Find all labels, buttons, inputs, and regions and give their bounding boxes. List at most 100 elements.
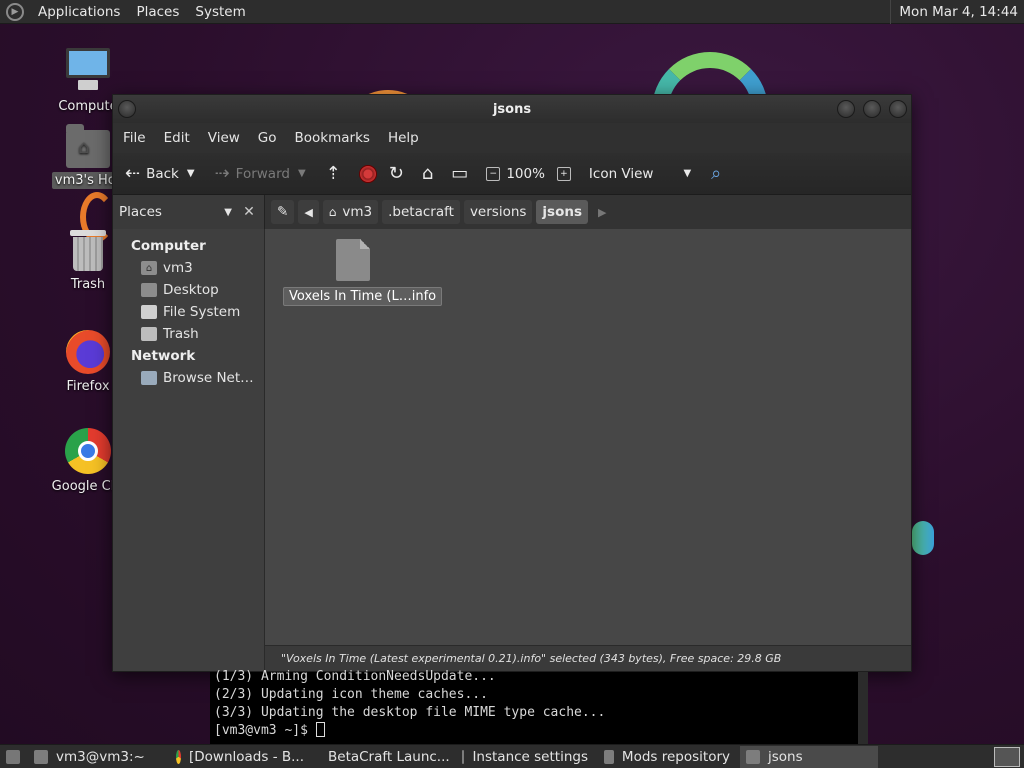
taskbar-item-label: jsons xyxy=(768,748,803,765)
window-body: Computer ⌂ vm3 Desktop File System Trash… xyxy=(113,229,911,671)
terminal-output[interactable]: (1/3) Arming ConditionNeedsUpdate... (2/… xyxy=(210,669,868,744)
view-mode-select[interactable]: Icon View ▼ xyxy=(583,158,697,190)
taskbar-item-terminal[interactable]: vm3@vm3:~ xyxy=(28,746,166,768)
reload-button[interactable]: ↻ xyxy=(383,158,416,190)
trash-icon xyxy=(70,230,106,272)
places-menu[interactable]: Places xyxy=(128,4,187,20)
desktop-icon-label: Firefox xyxy=(66,379,110,394)
forward-button[interactable]: ⇢ Forward ▼ xyxy=(209,158,312,190)
taskbar-item-instance-settings[interactable]: Instance settings xyxy=(456,746,594,768)
zoom-in-icon: + xyxy=(556,166,571,181)
back-label: Back xyxy=(146,165,179,182)
sidepane-selector[interactable]: Places ▼ ✕ xyxy=(113,195,265,229)
sidebar-item-browse-network[interactable]: Browse Net… xyxy=(113,367,264,389)
home-icon: ⌂ xyxy=(328,205,337,219)
forward-label: Forward xyxy=(235,165,290,182)
menu-bookmarks[interactable]: Bookmarks xyxy=(289,130,376,146)
sidebar-header-computer: Computer xyxy=(131,238,206,254)
breadcrumb-vm3[interactable]: ⌂ vm3 xyxy=(322,200,379,224)
trash-icon xyxy=(141,327,157,341)
breadcrumb-label: jsons xyxy=(542,204,583,220)
zoom-in-button[interactable]: + xyxy=(551,158,583,190)
zoom-out-button[interactable]: − 100% xyxy=(480,158,551,190)
desktop-icon-label: Trash xyxy=(70,277,106,292)
system-menu[interactable]: System xyxy=(187,4,253,20)
taskbar-item-betacraft[interactable]: BetaCraft Launc... xyxy=(314,746,452,768)
places-sidebar: Computer ⌂ vm3 Desktop File System Trash… xyxy=(113,229,265,671)
window-title: jsons xyxy=(492,101,532,117)
search-button[interactable]: ⌕ xyxy=(705,158,733,190)
breadcrumb-jsons[interactable]: jsons xyxy=(536,200,589,224)
breadcrumb-versions[interactable]: versions xyxy=(463,200,533,224)
chevron-down-icon: ▼ xyxy=(683,168,692,179)
breadcrumb-label: vm3 xyxy=(342,204,373,220)
file-name: Voxels In Time (L…info xyxy=(283,287,443,306)
sidebar-item-file-system[interactable]: File System xyxy=(113,301,264,323)
workspace-switcher[interactable] xyxy=(994,746,1020,767)
taskbar-item-chrome[interactable]: [Downloads - B... xyxy=(170,746,310,768)
close-button[interactable] xyxy=(889,100,907,118)
show-desktop-icon[interactable] xyxy=(6,749,20,764)
menu-go[interactable]: Go xyxy=(252,130,283,146)
terminal-line: (1/3) Arming ConditionNeedsUpdate... xyxy=(214,669,496,684)
computer-button[interactable]: ▭ xyxy=(445,158,480,190)
taskbar-item-label: BetaCraft Launc... xyxy=(328,748,450,765)
taskbar-item-jsons[interactable]: jsons xyxy=(740,745,878,768)
file-view[interactable]: Voxels In Time (L…info xyxy=(265,229,911,671)
minimize-button[interactable] xyxy=(837,100,855,118)
taskbar-item-label: [Downloads - B... xyxy=(189,748,304,765)
forward-history-dropdown-icon[interactable]: ▼ xyxy=(298,168,306,179)
window-menu-button[interactable] xyxy=(118,100,136,118)
forward-arrow-icon: ⇢ xyxy=(214,163,230,184)
breadcrumb-label: .betacraft xyxy=(388,204,454,220)
menu-edit[interactable]: Edit xyxy=(158,130,196,146)
file-manager-window: jsons File Edit View Go Bookmarks Help ⇠… xyxy=(112,94,912,672)
back-arrow-icon: ⇠ xyxy=(125,163,141,184)
file-item[interactable]: Voxels In Time (L…info xyxy=(283,239,443,306)
terminal-line: (2/3) Updating icon theme caches... xyxy=(214,687,488,702)
sidebar-item-trash[interactable]: Trash xyxy=(113,323,264,345)
distro-logo-icon[interactable]: ▶ xyxy=(6,2,24,21)
back-history-dropdown-icon[interactable]: ▼ xyxy=(187,168,195,179)
sidebar-header-network: Network xyxy=(131,348,196,364)
java-icon xyxy=(462,749,465,764)
close-sidepane-icon[interactable]: ✕ xyxy=(240,204,258,220)
clock[interactable]: Mon Mar 4, 14:44 xyxy=(890,0,1024,24)
sidebar-item-vm3[interactable]: ⌂ vm3 xyxy=(113,257,264,279)
up-button[interactable]: ⇡ xyxy=(320,158,353,190)
sidebar-item-label: Desktop xyxy=(163,282,219,298)
sidebar-item-desktop[interactable]: Desktop xyxy=(113,279,264,301)
bottom-panel: vm3@vm3:~ [Downloads - B... BetaCraft La… xyxy=(0,744,1024,768)
home-button[interactable]: ⌂ xyxy=(416,158,445,190)
zoom-level: 100% xyxy=(506,165,545,182)
terminal-line: (3/3) Updating the desktop file MIME typ… xyxy=(214,705,606,720)
chrome-icon xyxy=(65,428,111,474)
network-icon xyxy=(141,371,157,385)
java-icon xyxy=(604,749,614,764)
sidebar-item-label: Browse Net… xyxy=(163,370,254,386)
terminal-scrollbar[interactable] xyxy=(858,672,868,744)
search-icon: ⌕ xyxy=(711,163,722,184)
terminal-icon xyxy=(34,749,48,764)
stop-button[interactable] xyxy=(353,158,383,190)
firefox-icon xyxy=(66,330,110,374)
computer-icon xyxy=(64,46,112,94)
breadcrumb-scroll-left[interactable]: ◀ xyxy=(298,200,319,224)
up-arrow-icon: ⇡ xyxy=(325,163,341,184)
breadcrumb-betacraft[interactable]: .betacraft xyxy=(382,200,460,224)
window-titlebar[interactable]: jsons xyxy=(113,95,911,123)
sidebar-item-label: File System xyxy=(163,304,241,320)
drive-icon xyxy=(141,305,157,319)
chrome-icon xyxy=(176,749,181,764)
breadcrumb-scroll-right[interactable]: ▶ xyxy=(592,200,612,224)
taskbar-item-mods-repository[interactable]: Mods repository xyxy=(598,746,736,768)
back-button[interactable]: ⇠ Back ▼ xyxy=(119,158,201,190)
menu-file[interactable]: File xyxy=(117,130,152,146)
wallpaper-pill-shape xyxy=(912,521,934,555)
sidebar-item-label: Trash xyxy=(163,326,199,342)
menu-help[interactable]: Help xyxy=(382,130,425,146)
toggle-location-entry-button[interactable]: ✎ xyxy=(271,200,295,224)
maximize-button[interactable] xyxy=(863,100,881,118)
applications-menu[interactable]: Applications xyxy=(30,4,128,20)
menu-view[interactable]: View xyxy=(202,130,246,146)
